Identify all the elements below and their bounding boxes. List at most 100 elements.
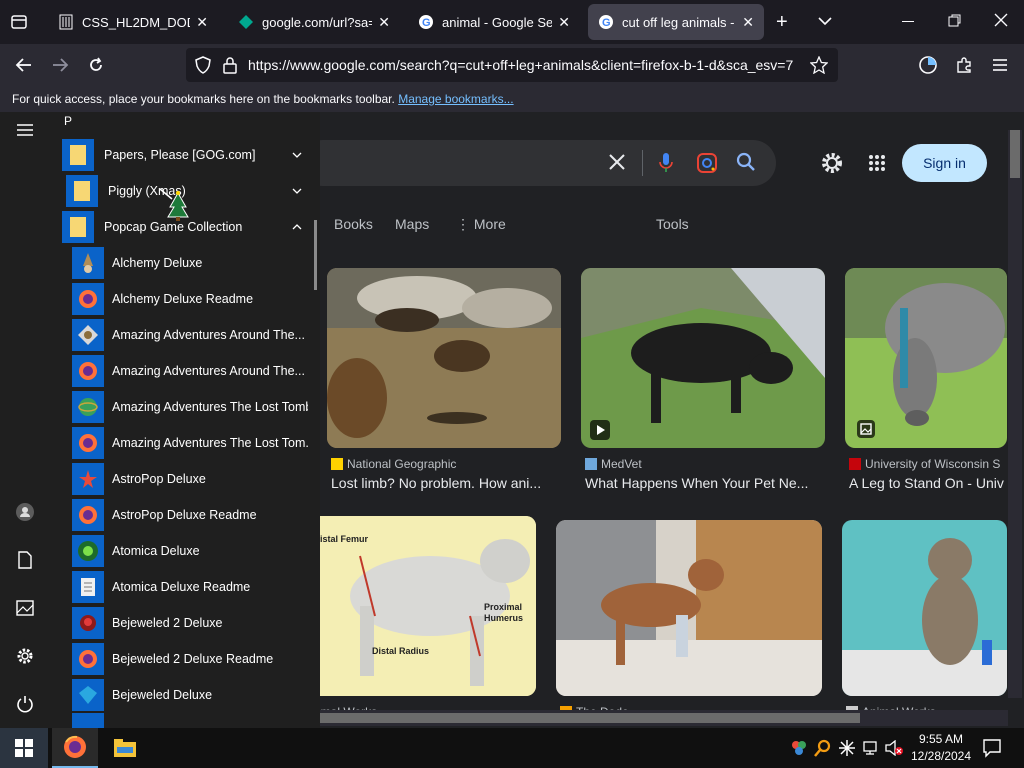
result-title[interactable]: What Happens When Your Pet Ne... — [585, 475, 823, 491]
reload-icon[interactable] — [82, 51, 110, 79]
app-partial-next[interactable] — [72, 713, 308, 728]
tab-cut-off-leg[interactable]: G cut off leg animals - G ✕ — [588, 4, 764, 40]
forward-arrow-icon[interactable] — [46, 51, 74, 79]
firefox-taskbar-icon[interactable] — [52, 728, 98, 768]
tab-css-dir[interactable]: CSS_HL2DM_DODS dir ✕ — [48, 4, 218, 40]
nav-tools[interactable]: Tools — [656, 216, 689, 232]
result-source[interactable]: National Geographic — [331, 457, 456, 471]
chevron-down-icon — [292, 185, 302, 197]
list-tabs-chevron-icon[interactable] — [816, 12, 834, 30]
result-image-brown-dog[interactable] — [556, 520, 822, 696]
app-bejeweled-2-deluxe[interactable]: Bejeweled 2 Deluxe — [72, 605, 308, 641]
back-arrow-icon[interactable] — [10, 51, 38, 79]
power-icon[interactable] — [13, 692, 37, 716]
app-amazing-adventures-around-1[interactable]: Amazing Adventures Around The... — [72, 317, 308, 353]
app-atomica-deluxe[interactable]: Atomica Deluxe — [72, 533, 308, 569]
lens-camera-icon[interactable] — [696, 152, 718, 174]
result-source[interactable]: University of Wisconsin S — [849, 457, 1007, 471]
bookmark-star-icon[interactable] — [809, 55, 829, 75]
new-tab-plus-icon[interactable]: + — [776, 12, 788, 32]
pictures-icon[interactable] — [13, 596, 37, 620]
volume-muted-icon[interactable] — [884, 739, 904, 757]
settings-gear-icon[interactable] — [13, 644, 37, 668]
documents-icon[interactable] — [13, 548, 37, 572]
horizontal-scrollbar[interactable] — [320, 710, 1008, 726]
app-amazing-adventures-lost-tomb[interactable]: Amazing Adventures The Lost Tomb — [72, 389, 308, 425]
source-favicon-icon — [585, 458, 597, 470]
start-menu-scrollbar[interactable] — [314, 220, 317, 290]
window-close-icon[interactable] — [994, 13, 1008, 27]
firefox-view-icon[interactable] — [10, 13, 28, 31]
shield-icon[interactable] — [194, 56, 212, 74]
navigation-toolbar: https://www.google.com/search?q=cut+off+… — [0, 44, 1024, 86]
app-astropop-deluxe[interactable]: AstroPop Deluxe — [72, 461, 308, 497]
extensions-puzzle-icon[interactable] — [950, 51, 978, 79]
close-icon[interactable]: ✕ — [378, 14, 390, 31]
tray-app-icon[interactable] — [790, 739, 808, 757]
tray-snowflake-icon[interactable] — [838, 739, 856, 757]
diagram-label: istal Femur — [320, 534, 369, 544]
scrollbar-thumb[interactable] — [1010, 130, 1020, 178]
diagram-label: Proximal Humerus — [484, 602, 524, 623]
user-account-icon[interactable] — [13, 500, 37, 524]
app-amazing-adventures-lost-tomb-readme[interactable]: Amazing Adventures The Lost Tom... — [72, 425, 308, 461]
alphabet-group-header[interactable]: P — [64, 114, 72, 128]
minimize-icon[interactable] — [902, 21, 914, 22]
search-box[interactable] — [300, 140, 776, 186]
folder-papers-please[interactable]: Papers, Please [GOG.com] — [62, 137, 312, 173]
nav-books[interactable]: Books — [334, 216, 373, 232]
result-title[interactable]: A Leg to Stand On - Univ — [849, 475, 1007, 491]
account-icon[interactable] — [914, 51, 942, 79]
app-icon — [72, 713, 104, 728]
app-alchemy-deluxe-readme[interactable]: Alchemy Deluxe Readme — [72, 281, 308, 317]
result-image-cat[interactable] — [842, 520, 1007, 696]
diamond-favicon-icon — [238, 14, 254, 30]
settings-gear-icon[interactable] — [820, 151, 844, 175]
app-bejeweled-deluxe[interactable]: Bejeweled Deluxe — [72, 677, 308, 713]
microphone-icon[interactable] — [658, 151, 674, 175]
result-title[interactable]: Lost limb? No problem. How ani... — [331, 475, 556, 491]
app-atomica-deluxe-readme[interactable]: Atomica Deluxe Readme — [72, 569, 308, 605]
taskbar-clock[interactable]: 9:55 AM 12/28/2024 — [906, 731, 976, 765]
close-icon[interactable]: ✕ — [558, 14, 570, 31]
app-bejeweled-2-deluxe-readme[interactable]: Bejeweled 2 Deluxe Readme — [72, 641, 308, 677]
network-icon[interactable] — [862, 740, 880, 756]
manage-bookmarks-link[interactable]: Manage bookmarks... — [398, 92, 513, 106]
firefox-document-icon — [72, 427, 104, 459]
expand-hamburger-icon[interactable] — [13, 118, 37, 142]
christmas-tree-cursor-icon — [158, 187, 192, 223]
tab-google-url[interactable]: google.com/url?sa=t& ✕ — [228, 4, 400, 40]
lock-icon[interactable] — [222, 56, 238, 74]
tray-search-icon[interactable] — [814, 739, 832, 757]
result-image-black-dog[interactable] — [581, 268, 825, 448]
tab-bar: CSS_HL2DM_DODS dir ✕ google.com/url?sa=t… — [0, 0, 1024, 44]
result-source[interactable]: MedVet — [585, 457, 642, 471]
close-icon[interactable]: ✕ — [196, 14, 208, 31]
result-image-wild-dogs[interactable] — [327, 268, 561, 448]
tab-animal-search[interactable]: G animal - Google Search ✕ — [408, 4, 580, 40]
close-icon[interactable]: ✕ — [742, 14, 754, 31]
sign-in-button[interactable]: Sign in — [902, 144, 987, 182]
source-favicon-icon — [849, 458, 861, 470]
windows-start-icon[interactable] — [0, 728, 48, 768]
app-astropop-deluxe-readme[interactable]: AstroPop Deluxe Readme — [72, 497, 308, 533]
notification-center-icon[interactable] — [982, 738, 1002, 758]
firefox-document-icon — [72, 355, 104, 387]
menu-hamburger-icon[interactable] — [986, 51, 1014, 79]
nav-more[interactable]: ⋮ More — [456, 216, 506, 233]
app-amazing-adventures-around-2[interactable]: Amazing Adventures Around The... — [72, 353, 308, 389]
vertical-scrollbar[interactable] — [1008, 130, 1022, 698]
bejeweled-gem-icon — [72, 607, 104, 639]
file-explorer-icon[interactable] — [102, 728, 148, 768]
clear-search-icon[interactable] — [608, 153, 626, 171]
result-image-donkey[interactable] — [845, 268, 1007, 448]
restore-icon[interactable] — [948, 14, 962, 28]
search-icon[interactable] — [736, 152, 756, 172]
nav-maps[interactable]: Maps — [395, 216, 429, 232]
url-text[interactable]: https://www.google.com/search?q=cut+off+… — [248, 57, 800, 73]
scrollbar-thumb[interactable] — [320, 713, 860, 723]
app-alchemy-deluxe[interactable]: Alchemy Deluxe — [72, 245, 308, 281]
result-image-skeleton-diagram[interactable]: istal Femur Proximal Humerus Distal Radi… — [300, 516, 536, 696]
apps-grid-icon[interactable] — [868, 154, 886, 172]
address-bar[interactable]: https://www.google.com/search?q=cut+off+… — [186, 48, 838, 82]
